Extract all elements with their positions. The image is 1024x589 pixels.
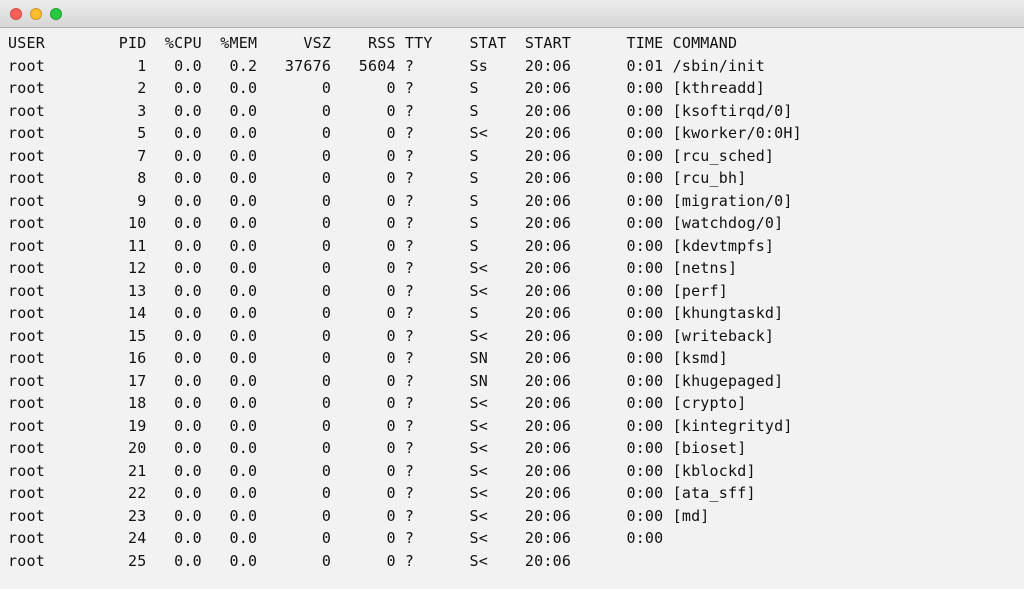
ps-row: root 21 0.0 0.0 0 0 ? S< 20:06 0:00 [kbl…: [8, 460, 1016, 483]
ps-row: root 15 0.0 0.0 0 0 ? S< 20:06 0:00 [wri…: [8, 325, 1016, 348]
window-titlebar[interactable]: [0, 0, 1024, 28]
close-icon[interactable]: [10, 8, 22, 20]
ps-row: root 7 0.0 0.0 0 0 ? S 20:06 0:00 [rcu_s…: [8, 145, 1016, 168]
maximize-icon[interactable]: [50, 8, 62, 20]
ps-row: root 14 0.0 0.0 0 0 ? S 20:06 0:00 [khun…: [8, 302, 1016, 325]
ps-row: root 12 0.0 0.0 0 0 ? S< 20:06 0:00 [net…: [8, 257, 1016, 280]
ps-row: root 3 0.0 0.0 0 0 ? S 20:06 0:00 [ksoft…: [8, 100, 1016, 123]
terminal-window: USER PID %CPU %MEM VSZ RSS TTY STAT STAR…: [0, 0, 1024, 589]
ps-row: root 17 0.0 0.0 0 0 ? SN 20:06 0:00 [khu…: [8, 370, 1016, 393]
ps-row: root 11 0.0 0.0 0 0 ? S 20:06 0:00 [kdev…: [8, 235, 1016, 258]
minimize-icon[interactable]: [30, 8, 42, 20]
ps-row: root 23 0.0 0.0 0 0 ? S< 20:06 0:00 [md]: [8, 505, 1016, 528]
ps-row: root 5 0.0 0.0 0 0 ? S< 20:06 0:00 [kwor…: [8, 122, 1016, 145]
ps-row: root 24 0.0 0.0 0 0 ? S< 20:06 0:00: [8, 527, 1016, 550]
ps-row: root 20 0.0 0.0 0 0 ? S< 20:06 0:00 [bio…: [8, 437, 1016, 460]
ps-row: root 22 0.0 0.0 0 0 ? S< 20:06 0:00 [ata…: [8, 482, 1016, 505]
ps-row: root 13 0.0 0.0 0 0 ? S< 20:06 0:00 [per…: [8, 280, 1016, 303]
ps-row: root 25 0.0 0.0 0 0 ? S< 20:06: [8, 550, 1016, 573]
ps-row: root 10 0.0 0.0 0 0 ? S 20:06 0:00 [watc…: [8, 212, 1016, 235]
ps-row: root 1 0.0 0.2 37676 5604 ? Ss 20:06 0:0…: [8, 55, 1016, 78]
ps-header-row: USER PID %CPU %MEM VSZ RSS TTY STAT STAR…: [8, 32, 1016, 55]
ps-row: root 2 0.0 0.0 0 0 ? S 20:06 0:00 [kthre…: [8, 77, 1016, 100]
terminal-output[interactable]: USER PID %CPU %MEM VSZ RSS TTY STAT STAR…: [0, 28, 1024, 589]
ps-row: root 18 0.0 0.0 0 0 ? S< 20:06 0:00 [cry…: [8, 392, 1016, 415]
ps-row: root 19 0.0 0.0 0 0 ? S< 20:06 0:00 [kin…: [8, 415, 1016, 438]
ps-row: root 9 0.0 0.0 0 0 ? S 20:06 0:00 [migra…: [8, 190, 1016, 213]
ps-row: root 8 0.0 0.0 0 0 ? S 20:06 0:00 [rcu_b…: [8, 167, 1016, 190]
ps-row: root 16 0.0 0.0 0 0 ? SN 20:06 0:00 [ksm…: [8, 347, 1016, 370]
